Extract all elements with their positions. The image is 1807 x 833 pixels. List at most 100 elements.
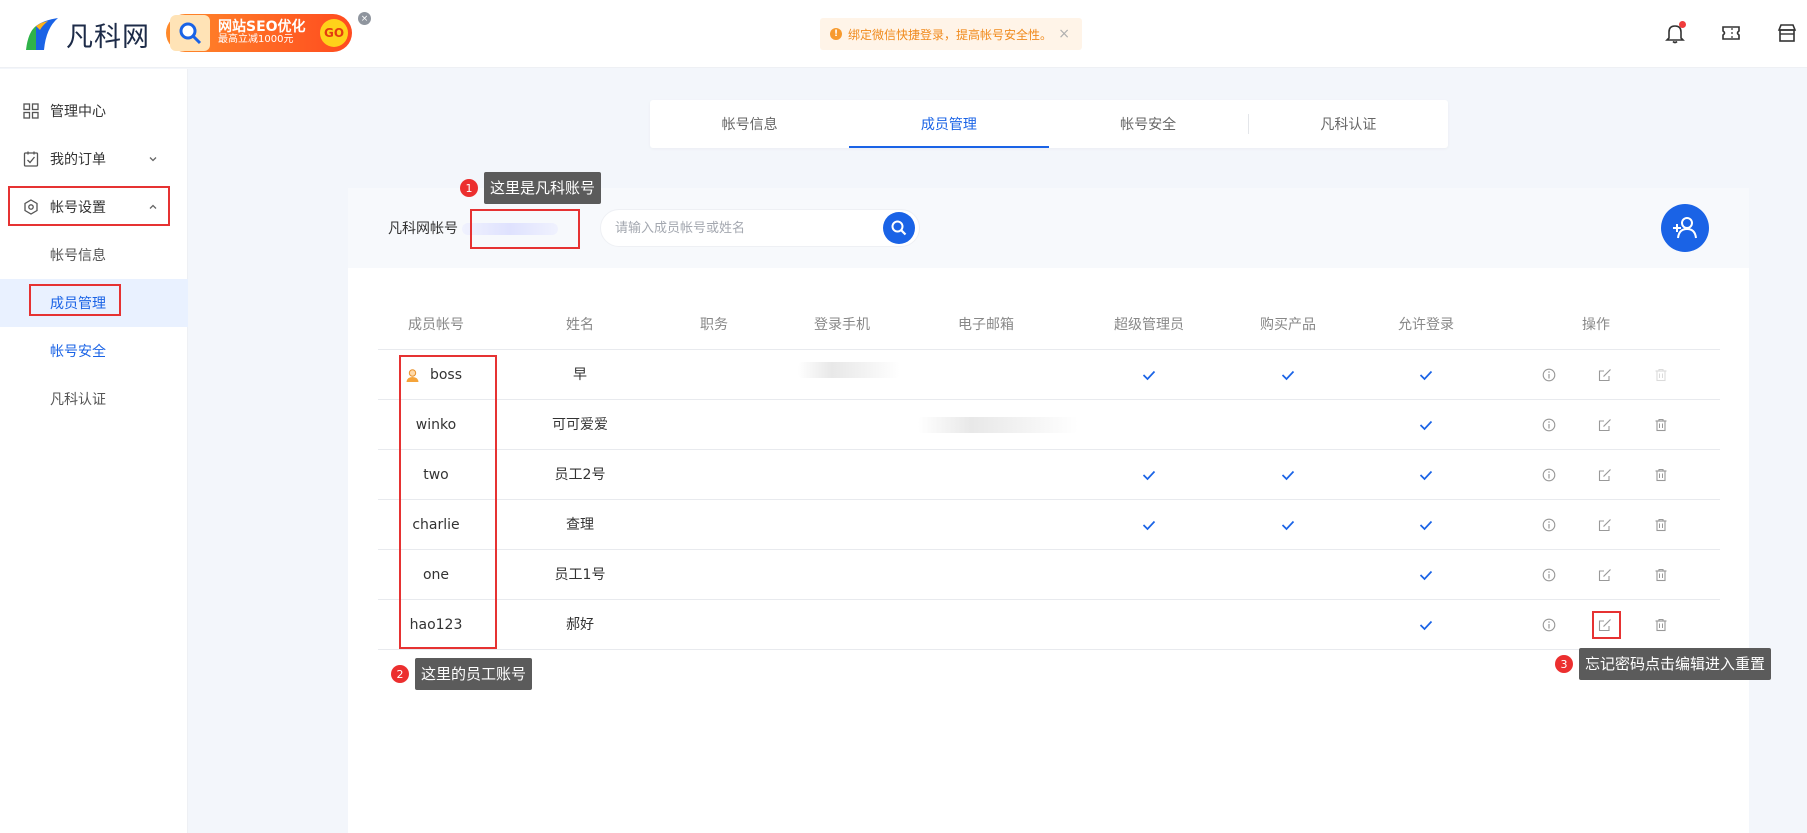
info-icon[interactable] [1541, 417, 1557, 433]
buy-product-check-icon [1280, 367, 1296, 387]
callout-text: 忘记密码点击编辑进入重置 [1579, 648, 1772, 680]
col-name: 姓名 [566, 317, 594, 333]
member-name: 员工1号 [554, 567, 606, 583]
sidebar-item-label: 我的订单 [50, 152, 106, 168]
add-member-button[interactable] [1661, 204, 1709, 252]
logo-mark-icon [26, 18, 58, 50]
ticket-icon[interactable] [1718, 20, 1744, 46]
member-account: one [422, 567, 450, 583]
warning-icon: ! [830, 28, 842, 40]
callout-3: 3 忘记密码点击编辑进入重置 [1555, 648, 1772, 680]
delete-icon[interactable] [1653, 367, 1669, 383]
bell-icon[interactable] [1662, 20, 1688, 46]
notice-close-icon[interactable]: × [1058, 26, 1070, 42]
top-header: 凡科网 网站SEO优化 最高立减1000元 GO × ! 绑定微信快捷登录，提高… [0, 0, 1807, 68]
account-label: 凡科网帐号 [388, 221, 458, 237]
member-name: 可可爱爱 [552, 417, 608, 433]
store-icon[interactable] [1774, 20, 1800, 46]
delete-icon[interactable] [1653, 417, 1669, 433]
callout-number: 3 [1555, 655, 1573, 673]
table-row[interactable]: boss 早 [378, 350, 1720, 400]
info-icon[interactable] [1541, 617, 1557, 633]
callout-1: 1 这里是凡科账号 [460, 172, 602, 204]
callout-number: 2 [391, 665, 409, 683]
sidebar-sub-account-info[interactable]: 帐号信息 [0, 231, 188, 279]
edit-icon[interactable] [1597, 467, 1613, 483]
edit-icon[interactable] [1597, 367, 1613, 383]
tab-member-management[interactable]: 成员管理 [849, 100, 1049, 148]
buy-product-check-icon [1280, 517, 1296, 537]
sidebar-sub-account-security[interactable]: 帐号安全 [0, 327, 188, 375]
sidebar-item-label: 管理中心 [50, 104, 106, 120]
table-row[interactable]: winko 可可爱爱 [378, 400, 1720, 450]
callout-number: 1 [460, 179, 478, 197]
allow-login-check-icon [1418, 467, 1434, 487]
search-input[interactable] [615, 210, 875, 246]
member-account: winko [415, 417, 457, 433]
chevron-down-icon [148, 152, 158, 168]
delete-icon[interactable] [1653, 467, 1669, 483]
callout-text: 这里是凡科账号 [484, 172, 602, 204]
col-allow-login: 允许登录 [1398, 317, 1454, 333]
edit-icon[interactable] [1597, 567, 1613, 583]
table-row[interactable]: hao123 郝好 [378, 600, 1720, 650]
col-email: 电子邮箱 [958, 317, 1014, 333]
member-panel: 凡科网帐号 成员帐号 姓名 职务 登录手机 电子邮箱 超级管理员 购买产品 允许… [348, 188, 1749, 833]
member-account: hao123 [409, 617, 463, 633]
info-icon[interactable] [1541, 367, 1557, 383]
sidebar: 管理中心 我的订单 帐号设置 帐号信息 成员管理 帐号安全 凡科认证 [0, 69, 188, 833]
edit-icon[interactable] [1597, 417, 1613, 433]
table-row[interactable]: two 员工2号 [378, 450, 1720, 500]
buy-product-check-icon [1280, 467, 1296, 487]
allow-login-check-icon [1418, 417, 1434, 437]
sidebar-item-orders[interactable]: 我的订单 [0, 135, 188, 183]
wechat-bind-notice[interactable]: ! 绑定微信快捷登录，提高帐号安全性。 × [820, 18, 1082, 50]
add-user-icon [1673, 217, 1697, 239]
sidebar-item-dashboard[interactable]: 管理中心 [0, 87, 188, 135]
member-name: 早 [573, 367, 587, 383]
table-header: 成员帐号 姓名 职务 登录手机 电子邮箱 超级管理员 购买产品 允许登录 操作 [378, 300, 1720, 350]
tab-certification[interactable]: 凡科认证 [1249, 100, 1448, 148]
allow-login-check-icon [1418, 517, 1434, 537]
table-row[interactable]: one 员工1号 [378, 550, 1720, 600]
super-admin-check-icon [1141, 367, 1157, 387]
search-button[interactable] [883, 212, 915, 244]
ad-go-button[interactable]: GO [320, 19, 348, 47]
order-icon [22, 150, 40, 168]
edit-icon[interactable] [1597, 517, 1613, 533]
delete-icon[interactable] [1653, 517, 1669, 533]
allow-login-check-icon [1418, 367, 1434, 387]
delete-icon[interactable] [1653, 617, 1669, 633]
magnifier-icon [170, 15, 210, 51]
logo[interactable]: 凡科网 [22, 14, 150, 54]
sidebar-sub-member-management[interactable]: 成员管理 [0, 279, 188, 327]
info-icon[interactable] [1541, 467, 1557, 483]
email-redacted [918, 417, 1078, 433]
col-phone: 登录手机 [814, 317, 870, 333]
edit-icon[interactable] [1597, 617, 1613, 633]
tab-account-info[interactable]: 帐号信息 [650, 100, 849, 148]
notice-text[interactable]: 绑定微信快捷登录，提高帐号安全性。 [848, 26, 1052, 43]
member-account: two [423, 467, 449, 483]
ad-close-icon[interactable]: × [358, 12, 371, 25]
col-actions: 操作 [1582, 317, 1610, 333]
settings-icon [22, 198, 40, 216]
ad-title: 网站SEO优化 [218, 19, 306, 36]
delete-icon[interactable] [1653, 567, 1669, 583]
member-name: 员工2号 [554, 467, 606, 483]
info-icon[interactable] [1541, 567, 1557, 583]
callout-text: 这里的员工账号 [415, 658, 533, 690]
member-table: 成员帐号 姓名 职务 登录手机 电子邮箱 超级管理员 购买产品 允许登录 操作 … [378, 300, 1720, 650]
account-tabs: 帐号信息 成员管理 帐号安全 凡科认证 [650, 100, 1448, 148]
search-icon [891, 220, 907, 236]
notification-dot [1679, 21, 1686, 28]
table-row[interactable]: charlie 查理 [378, 500, 1720, 550]
sidebar-sub-certification[interactable]: 凡科认证 [0, 375, 188, 423]
seo-ad-banner[interactable]: 网站SEO优化 最高立减1000元 GO [166, 14, 352, 52]
sidebar-item-account-settings[interactable]: 帐号设置 [0, 183, 188, 231]
member-account: boss [429, 367, 463, 383]
info-icon[interactable] [1541, 517, 1557, 533]
col-super-admin: 超级管理员 [1114, 317, 1184, 333]
tab-account-security[interactable]: 帐号安全 [1049, 100, 1248, 148]
sidebar-item-label: 帐号设置 [50, 200, 106, 216]
